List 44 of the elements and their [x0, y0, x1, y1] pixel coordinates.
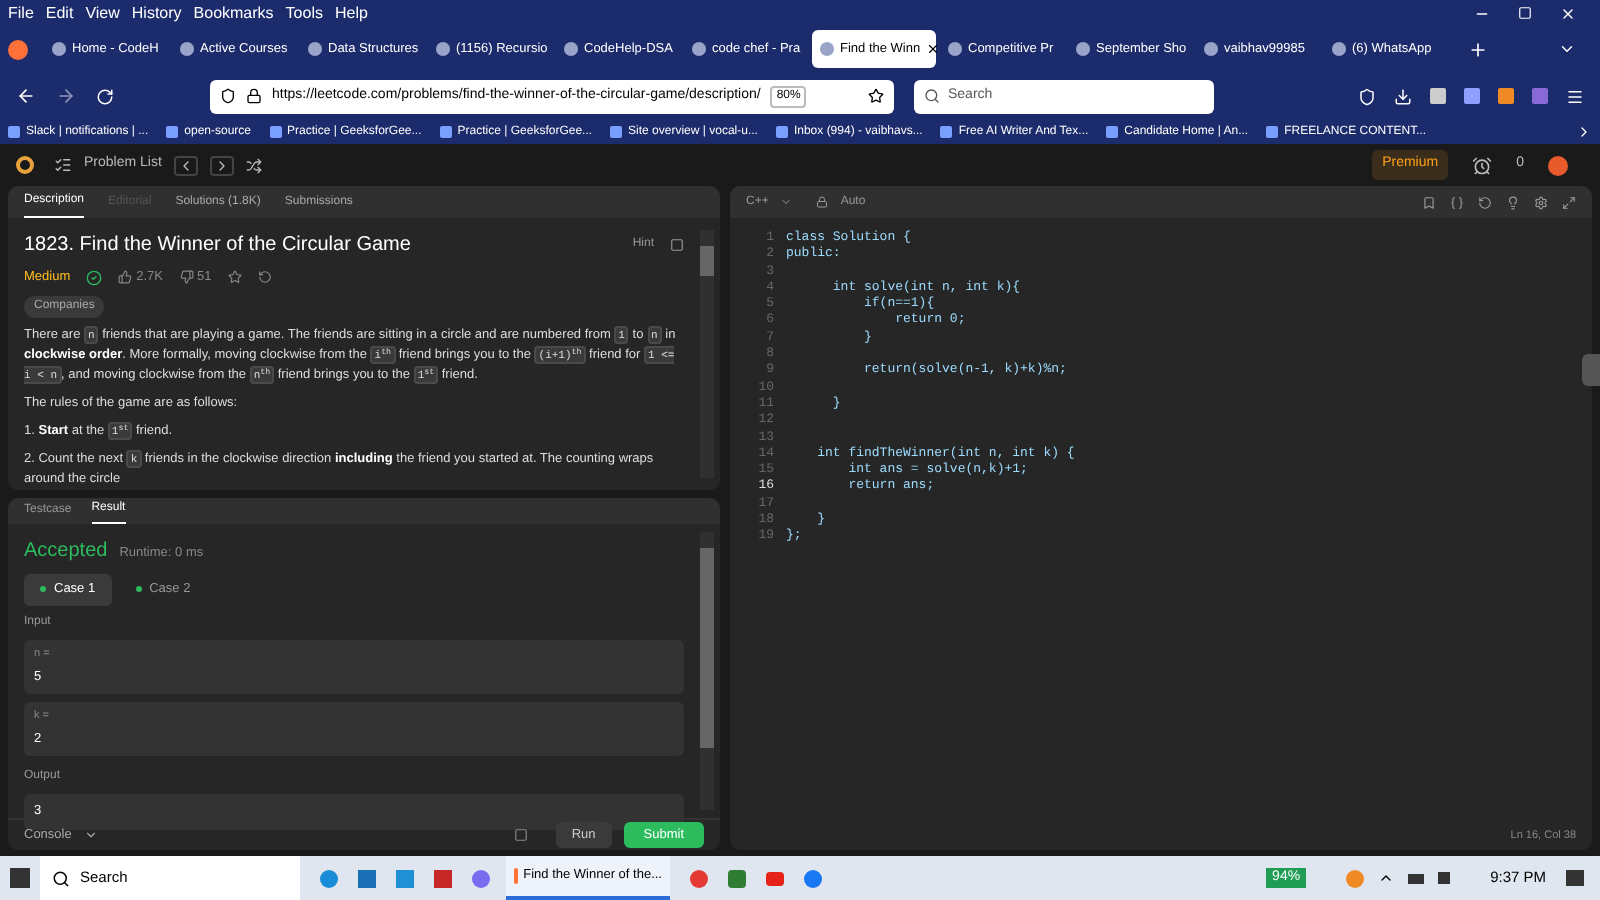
previous-icon[interactable]	[173, 155, 198, 175]
avatar-icon[interactable]	[1548, 155, 1568, 175]
lock-icon	[816, 196, 829, 208]
menu-item[interactable]: View	[85, 1, 120, 25]
scrollbar[interactable]	[700, 230, 714, 478]
reload-icon[interactable]	[96, 87, 114, 105]
new-tab-icon[interactable]	[1468, 39, 1488, 59]
reset-icon[interactable]	[1478, 195, 1492, 209]
back-icon[interactable]	[16, 86, 36, 106]
settings-icon[interactable]	[1534, 195, 1548, 209]
menu-item[interactable]: File	[8, 1, 34, 25]
star-icon[interactable]	[868, 88, 884, 104]
thumbs-down-icon	[179, 270, 193, 285]
maximize-icon[interactable]	[1518, 5, 1532, 21]
solved-check-icon	[86, 269, 103, 286]
tab-list-icon[interactable]	[1558, 40, 1576, 58]
menu-item[interactable]: History	[131, 1, 182, 25]
thumbs-up-icon	[118, 270, 133, 285]
menu-item[interactable]: Help	[334, 1, 368, 25]
browser-logo-icon	[8, 39, 28, 59]
braces-icon[interactable]	[1450, 195, 1464, 209]
alarm-icon[interactable]	[1472, 155, 1493, 175]
menu-item[interactable]: Tools	[285, 1, 323, 25]
download-icon[interactable]	[1394, 87, 1412, 105]
problem-title: 1823. Find the Winner of the Circular Game	[24, 232, 411, 260]
expand-icon[interactable]	[1562, 195, 1576, 209]
close-icon[interactable]	[926, 42, 941, 56]
chevron-icon[interactable]	[83, 828, 98, 842]
shuffle-icon[interactable]	[245, 157, 262, 173]
star-icon[interactable]	[227, 270, 242, 285]
more-icon[interactable]	[1576, 124, 1592, 140]
chevron-up-icon[interactable]	[1378, 870, 1395, 886]
result-status: Accepted	[24, 538, 108, 566]
bookmark-icon[interactable]	[1422, 195, 1436, 209]
scrollbar[interactable]	[700, 532, 714, 810]
next-icon[interactable]	[209, 155, 234, 175]
search-icon	[52, 869, 70, 887]
menu-item[interactable]: Edit	[45, 1, 74, 25]
lock-icon[interactable]	[246, 88, 262, 104]
search-icon	[924, 88, 940, 104]
list-icon[interactable]	[54, 156, 72, 174]
menu-item[interactable]: Bookmarks	[193, 1, 274, 25]
menu-icon[interactable]	[1566, 87, 1584, 105]
leetcode-logo-icon	[16, 156, 34, 174]
